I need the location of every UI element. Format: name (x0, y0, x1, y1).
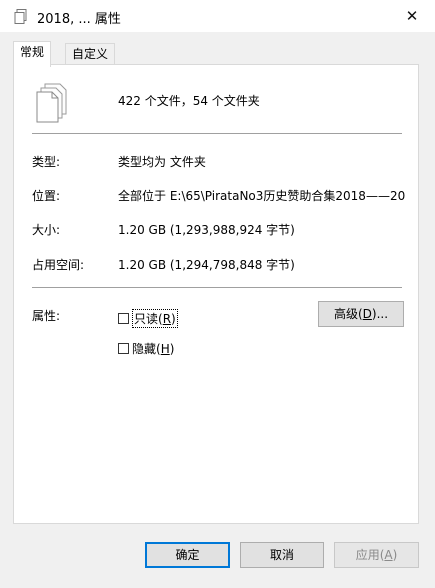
close-icon: ✕ (405, 7, 419, 25)
file-count-summary: 422 个文件，54 个文件夹 (118, 94, 260, 108)
size-label: 大小: (32, 223, 61, 237)
window-title: 2018, ... 属性 (37, 12, 121, 27)
ok-button[interactable]: 确定 (145, 542, 230, 568)
checkbox-box[interactable] (118, 313, 129, 324)
title-bar: 2018, ... 属性 ✕ (0, 0, 435, 32)
general-panel: 422 个文件，54 个文件夹 类型: 类型均为 文件夹 位置: 全部位于 E:… (13, 64, 419, 524)
hidden-label: 隐藏(H) (132, 342, 175, 356)
multiple-files-icon (36, 83, 67, 123)
tab-custom[interactable]: 自定义 (65, 43, 116, 65)
advanced-button[interactable]: 高级(D)... (318, 301, 404, 327)
apply-button[interactable]: 应用(A) (334, 542, 419, 568)
disk-size-value: 1.20 GB (1,294,798,848 字节) (118, 258, 295, 272)
divider (32, 287, 402, 288)
disk-size-label: 占用空间: (32, 258, 85, 272)
readonly-checkbox[interactable]: 只读(R) (118, 309, 178, 328)
readonly-label: 只读(R) (132, 309, 178, 328)
divider (32, 133, 402, 134)
folder-properties-icon (14, 9, 27, 24)
size-value: 1.20 GB (1,293,988,924 字节) (118, 223, 295, 237)
attributes-label: 属性: (32, 309, 61, 323)
location-label: 位置: (32, 189, 61, 203)
tab-general[interactable]: 常规 (13, 41, 52, 67)
cancel-button[interactable]: 取消 (240, 542, 324, 568)
hidden-checkbox[interactable]: 隐藏(H) (118, 340, 174, 357)
checkbox-box[interactable] (118, 343, 129, 354)
type-value: 类型均为 文件夹 (118, 155, 206, 169)
close-button[interactable]: ✕ (389, 0, 435, 32)
location-value: 全部位于 E:\65\PirataNo3历史赞助合集2018——2021 (118, 189, 406, 203)
type-label: 类型: (32, 155, 61, 169)
